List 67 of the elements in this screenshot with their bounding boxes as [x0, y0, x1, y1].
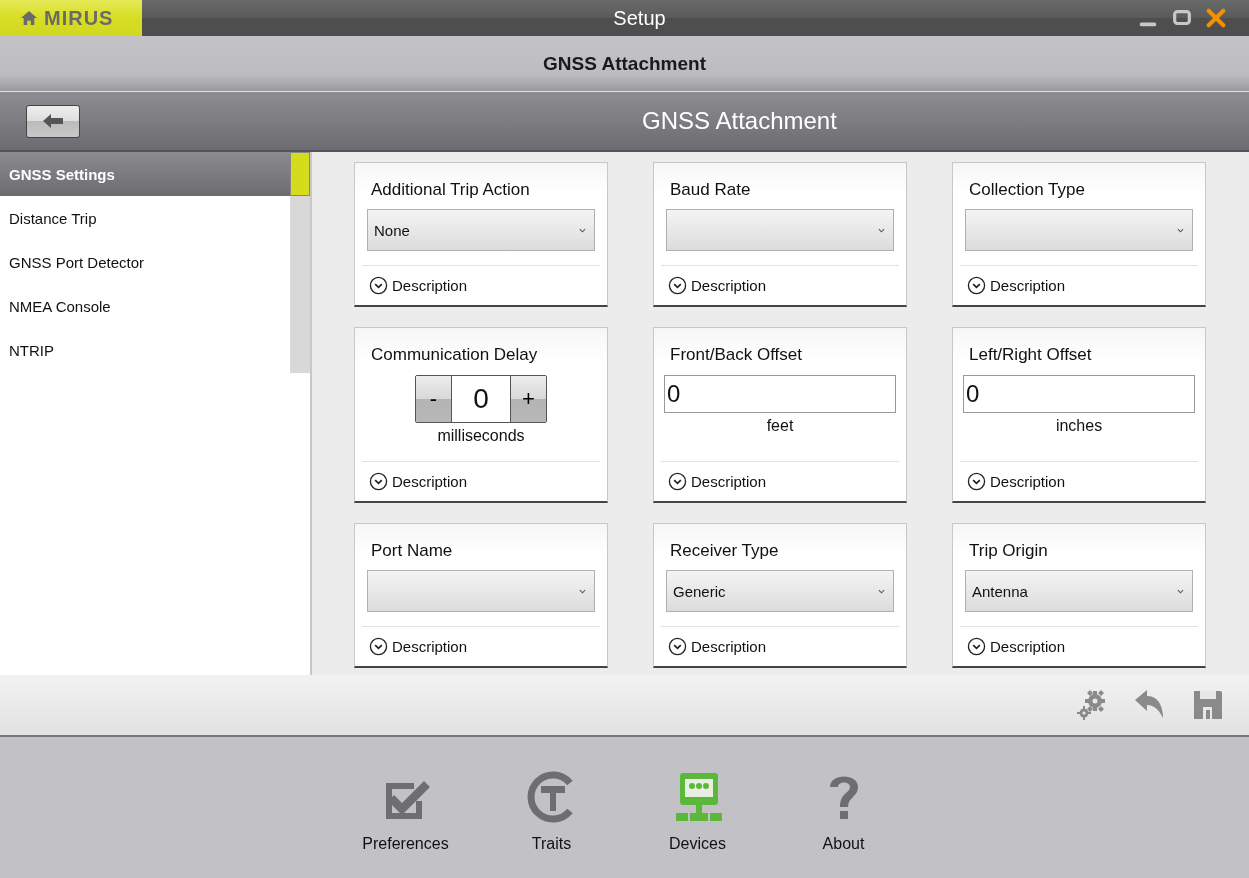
nav-item[interactable]: Devices: [649, 769, 746, 878]
setting-title: Additional Trip Action: [370, 179, 531, 201]
chevron-circle-icon: [967, 276, 986, 295]
decrement-button[interactable]: -: [416, 376, 451, 422]
nav-item[interactable]: Traits: [503, 769, 600, 878]
sidebar-item[interactable]: Distance Trip: [0, 196, 290, 240]
home-button[interactable]: MIRUS: [0, 0, 142, 36]
section-title: GNSS Attachment: [641, 107, 838, 135]
number-field[interactable]: 0: [451, 376, 511, 422]
description-toggle[interactable]: Description: [362, 461, 600, 501]
logo-text: MIRUS: [44, 6, 114, 30]
number-field[interactable]: 0: [664, 375, 896, 413]
chevron-circle-icon: [668, 472, 687, 491]
arrow-left-icon: [43, 114, 63, 128]
dropdown[interactable]: None: [367, 209, 595, 251]
description-toggle[interactable]: Description: [960, 626, 1198, 666]
nav-item[interactable]: About: [795, 769, 892, 878]
setting-title: Port Name: [370, 540, 454, 562]
chevron-circle-icon: [967, 637, 986, 656]
description-toggle[interactable]: Description: [661, 265, 899, 305]
setting-title: Left/Right Offset: [968, 344, 1093, 366]
description-toggle[interactable]: Description: [661, 461, 899, 501]
scrollbar-thumb[interactable]: [290, 152, 310, 196]
nav-item[interactable]: Preferences: [357, 769, 454, 878]
sidebar-item[interactable]: GNSS Settings: [0, 152, 290, 196]
chevron-down-icon: [1177, 588, 1184, 594]
unit-label: inches: [1055, 417, 1103, 435]
sidebar-item[interactable]: NMEA Console: [0, 284, 290, 328]
number-field[interactable]: 0: [963, 375, 1195, 413]
window-title: Setup: [612, 6, 667, 30]
setting-title: Trip Origin: [968, 540, 1049, 562]
setting-title: Communication Delay: [370, 344, 539, 366]
setting-title: Collection Type: [968, 179, 1086, 201]
chevron-circle-icon: [668, 637, 687, 656]
sidebar-item[interactable]: NTRIP: [0, 328, 290, 372]
description-toggle[interactable]: Description: [661, 626, 899, 666]
description-toggle[interactable]: Description: [362, 626, 600, 666]
dropdown[interactable]: Antenna: [965, 570, 1193, 612]
setting-title: Receiver Type: [669, 540, 780, 562]
chevron-circle-icon: [668, 276, 687, 295]
description-toggle[interactable]: Description: [960, 461, 1198, 501]
save-icon[interactable]: [1191, 688, 1225, 722]
back-button[interactable]: [26, 104, 80, 138]
chevron-down-icon: [878, 588, 885, 594]
description-toggle[interactable]: Description: [960, 265, 1198, 305]
chevron-circle-icon: [369, 472, 388, 491]
description-toggle[interactable]: Description: [362, 265, 600, 305]
dropdown[interactable]: [965, 209, 1193, 251]
unit-label: feet: [766, 417, 794, 435]
sidebar-item[interactable]: GNSS Port Detector: [0, 240, 290, 284]
chevron-circle-icon: [967, 472, 986, 491]
dropdown[interactable]: [666, 209, 894, 251]
unit-label: milliseconds: [437, 427, 525, 445]
chevron-circle-icon: [369, 637, 388, 656]
setting-title: Baud Rate: [669, 179, 752, 201]
chevron-down-icon: [579, 227, 586, 233]
dropdown[interactable]: Generic: [666, 570, 894, 612]
close-icon[interactable]: [1205, 7, 1227, 29]
page-title: GNSS Attachment: [543, 52, 706, 75]
chevron-down-icon: [878, 227, 885, 233]
chevron-down-icon: [1177, 227, 1184, 233]
increment-button[interactable]: +: [511, 376, 546, 422]
setting-title: Front/Back Offset: [669, 344, 803, 366]
dropdown[interactable]: [367, 570, 595, 612]
chevron-circle-icon: [369, 276, 388, 295]
home-icon: [20, 10, 38, 26]
chevron-down-icon: [579, 588, 586, 594]
